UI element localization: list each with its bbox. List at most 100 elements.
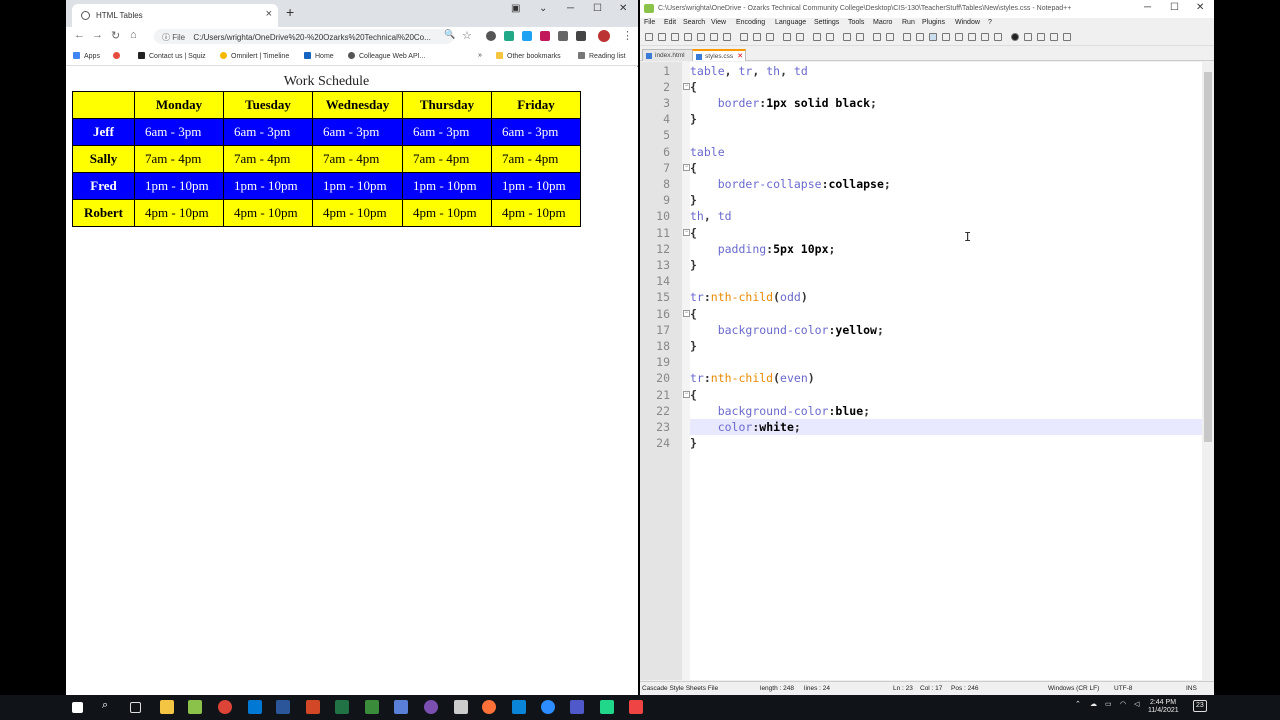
- bookmark-colleague[interactable]: Colleague Web API...: [348, 52, 425, 60]
- minimize-button[interactable]: ─: [1144, 2, 1151, 13]
- record-macro-icon[interactable]: [1011, 33, 1019, 41]
- redo-icon[interactable]: [796, 33, 804, 41]
- close-tab-icon[interactable]: ×: [266, 8, 272, 20]
- word-icon[interactable]: [276, 700, 290, 714]
- code-editor[interactable]: 1 2 3 4 5 6 7 8 9 10 11 12 13 14 15 16 17 18 19 20 21 22 23 24 …: [640, 62, 1214, 680]
- menu-language[interactable]: Language: [775, 19, 806, 26]
- zoom-out-icon[interactable]: [856, 33, 864, 41]
- close-all-icon[interactable]: [710, 33, 718, 41]
- volume-icon[interactable]: ◁: [1134, 701, 1139, 709]
- powerpoint-icon[interactable]: [306, 700, 320, 714]
- stop-macro-icon[interactable]: [1024, 33, 1032, 41]
- save-macro-icon[interactable]: [1063, 33, 1071, 41]
- menu-macro[interactable]: Macro: [873, 19, 892, 26]
- copy-icon[interactable]: [753, 33, 761, 41]
- notepad-plus-plus-icon[interactable]: [188, 700, 202, 714]
- fold-toggle-icon[interactable]: −: [683, 163, 690, 171]
- fold-toggle-icon[interactable]: −: [683, 309, 690, 317]
- menu-run[interactable]: Run: [902, 19, 915, 26]
- paste-icon[interactable]: [766, 33, 774, 41]
- indent-guide-icon[interactable]: [929, 33, 937, 41]
- replace-icon[interactable]: [826, 33, 834, 41]
- excel-icon[interactable]: [335, 700, 349, 714]
- extension-icon[interactable]: [522, 31, 532, 41]
- fold-toggle-icon[interactable]: −: [683, 82, 690, 90]
- sync-vertical-icon[interactable]: [873, 33, 881, 41]
- puzzle-icon[interactable]: [558, 31, 568, 41]
- address-bar[interactable]: ⓘ File C:/Users/wrighta/OneDrive%20-%20O…: [154, 29, 454, 44]
- close-file-icon[interactable]: [697, 33, 705, 41]
- show-all-chars-icon[interactable]: [916, 33, 924, 41]
- star-icon[interactable]: ☆: [462, 29, 472, 42]
- chrome-icon[interactable]: [218, 700, 232, 714]
- folder-workspace-icon[interactable]: [981, 33, 989, 41]
- new-file-icon[interactable]: [645, 33, 653, 41]
- save-all-icon[interactable]: [684, 33, 692, 41]
- outlook-icon[interactable]: [248, 700, 262, 714]
- menu-help[interactable]: ?: [988, 19, 992, 26]
- app-icon[interactable]: [600, 700, 614, 714]
- network-icon[interactable]: ▭: [1105, 701, 1112, 709]
- back-icon[interactable]: ←: [74, 29, 85, 41]
- zoom-in-icon[interactable]: [843, 33, 851, 41]
- cut-icon[interactable]: [740, 33, 748, 41]
- extension-icon[interactable]: [540, 31, 550, 41]
- find-icon[interactable]: [813, 33, 821, 41]
- undo-icon[interactable]: [783, 33, 791, 41]
- app-icon[interactable]: [424, 700, 438, 714]
- notification-badge[interactable]: 23: [1193, 700, 1207, 712]
- notepad-icon[interactable]: [454, 700, 468, 714]
- media-icon[interactable]: [576, 31, 586, 41]
- menu-file[interactable]: File: [644, 19, 655, 26]
- zoom-app-icon[interactable]: [541, 700, 555, 714]
- search-icon[interactable]: ⌕: [102, 699, 116, 713]
- drive-icon[interactable]: [504, 31, 514, 41]
- sync-horizontal-icon[interactable]: [886, 33, 894, 41]
- menu-icon[interactable]: ⋮: [622, 29, 633, 42]
- browser-tab[interactable]: HTML Tables ×: [72, 4, 278, 27]
- bookmark-other[interactable]: Other bookmarks: [496, 52, 561, 60]
- bookmark-home[interactable]: Home: [304, 52, 334, 60]
- menu-window[interactable]: Window: [955, 19, 980, 26]
- firefox-icon[interactable]: [482, 700, 496, 714]
- forward-icon[interactable]: →: [92, 29, 103, 41]
- avatar[interactable]: [598, 30, 610, 42]
- print-icon[interactable]: [723, 33, 731, 41]
- menu-edit[interactable]: Edit: [664, 19, 676, 26]
- task-view-icon[interactable]: [130, 702, 141, 713]
- word-wrap-icon[interactable]: [903, 33, 911, 41]
- chevron-down-icon[interactable]: ⌄: [539, 3, 547, 14]
- windows-start-icon[interactable]: [72, 702, 83, 713]
- play-macro-icon[interactable]: [1037, 33, 1045, 41]
- maximize-button[interactable]: ☐: [1170, 2, 1179, 13]
- chevron-up-icon[interactable]: ⌃: [1075, 701, 1081, 709]
- vscode-icon[interactable]: [512, 700, 526, 714]
- fold-toggle-icon[interactable]: −: [683, 390, 690, 398]
- app-icon[interactable]: [394, 700, 408, 714]
- close-tab-icon[interactable]: ✕: [737, 52, 743, 60]
- run-macro-multiple-icon[interactable]: [1050, 33, 1058, 41]
- zoom-icon[interactable]: 🔍: [444, 29, 455, 40]
- heart-icon[interactable]: [113, 52, 124, 60]
- monitor-icon[interactable]: [994, 33, 1002, 41]
- close-window-button[interactable]: ✕: [1196, 2, 1204, 13]
- new-tab-button[interactable]: +: [286, 4, 294, 20]
- menu-tools[interactable]: Tools: [848, 19, 864, 26]
- teams-icon[interactable]: [570, 700, 584, 714]
- chevron-right-icon[interactable]: »: [478, 52, 482, 59]
- menu-view[interactable]: View: [711, 19, 726, 26]
- onedrive-icon[interactable]: ☁: [1090, 701, 1097, 709]
- map-icon[interactable]: [955, 33, 963, 41]
- bookmark-squiz[interactable]: Contact us | Squiz: [138, 52, 206, 60]
- wifi-icon[interactable]: ◠: [1120, 701, 1126, 709]
- tab-search-icon[interactable]: ▣: [511, 3, 520, 14]
- fold-toggle-icon[interactable]: −: [683, 228, 690, 236]
- open-file-icon[interactable]: [658, 33, 666, 41]
- app-icon[interactable]: [629, 700, 643, 714]
- menu-settings[interactable]: Settings: [814, 19, 839, 26]
- close-window-button[interactable]: ✕: [619, 3, 627, 14]
- reload-icon[interactable]: ↻: [111, 29, 120, 42]
- menu-encoding[interactable]: Encoding: [736, 19, 765, 26]
- file-explorer-icon[interactable]: [160, 700, 174, 714]
- clock[interactable]: 2:44 PM 11/4/2021: [1148, 699, 1179, 715]
